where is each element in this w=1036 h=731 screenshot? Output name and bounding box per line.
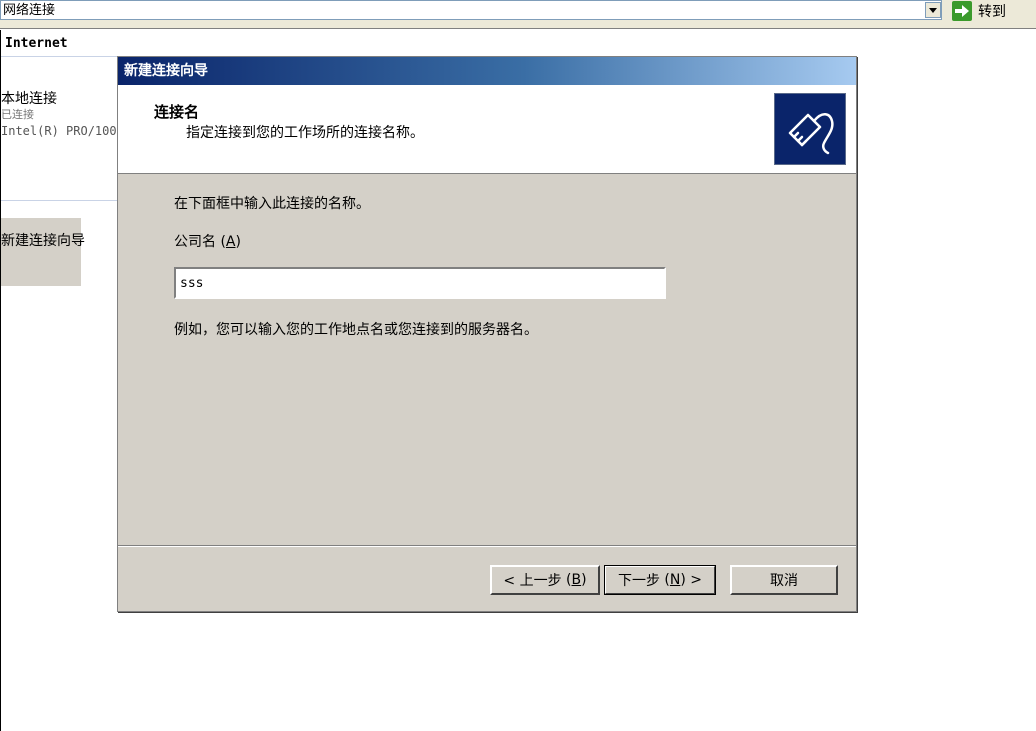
- next-button-label: 下一步: [617, 573, 660, 589]
- example-text: 例如，您可以输入您的工作地点名或您连接到的服务器名。: [174, 322, 538, 338]
- address-dropdown-button[interactable]: [925, 2, 941, 18]
- button-separator: [118, 545, 856, 547]
- go-label: 转到: [978, 4, 1006, 20]
- field-label-text: 公司名: [174, 234, 216, 250]
- internet-heading: Internet: [5, 36, 68, 51]
- new-connection-wizard-item[interactable]: 新建连接向导: [1, 218, 85, 286]
- next-button[interactable]: 下一步 (N) >: [604, 565, 716, 595]
- dialog-titlebar: 新建连接向导: [118, 57, 856, 85]
- back-button[interactable]: < 上一步 (B): [490, 565, 600, 595]
- connection-name: 本地连接: [1, 91, 57, 107]
- intro-text: 在下面框中输入此连接的名称。: [174, 196, 370, 212]
- address-text: 网络连接: [3, 3, 56, 18]
- header-subtitle: 指定连接到您的工作场所的连接名称。: [186, 125, 424, 141]
- wizard-label: 新建连接向导: [1, 233, 85, 249]
- address-input[interactable]: 网络连接: [0, 0, 942, 20]
- go-arrow-icon: [952, 1, 972, 21]
- connection-device: Intel(R) PRO/100: [1, 124, 117, 138]
- network-cable-icon: [774, 93, 846, 165]
- header-title: 连接名: [154, 103, 200, 121]
- wizard-header: 连接名 指定连接到您的工作场所的连接名称。: [118, 85, 856, 174]
- field-label-accelerator: A: [225, 234, 236, 250]
- chevron-down-icon: [929, 7, 937, 13]
- next-button-accelerator: N: [669, 572, 681, 588]
- connection-name-input[interactable]: [174, 267, 666, 299]
- address-bar: 网络连接 转到: [0, 0, 1036, 29]
- company-name-label: 公司名 (A): [174, 234, 241, 250]
- go-button[interactable]: 转到: [950, 0, 1036, 22]
- pane-divider: [1, 200, 117, 201]
- pane-divider: [1, 56, 117, 57]
- back-button-accelerator: B: [571, 572, 582, 588]
- connection-status: 已连接: [1, 108, 34, 121]
- back-button-label: < 上一步: [503, 573, 562, 589]
- cancel-button[interactable]: 取消: [730, 565, 838, 595]
- new-connection-wizard-dialog: 新建连接向导 连接名 指定连接到您的工作场所的连接名称。 在下面框中输入此连接的…: [117, 56, 857, 612]
- left-task-pane: Internet 本地连接 已连接 Intel(R) PRO/100 新建连接向…: [0, 30, 117, 731]
